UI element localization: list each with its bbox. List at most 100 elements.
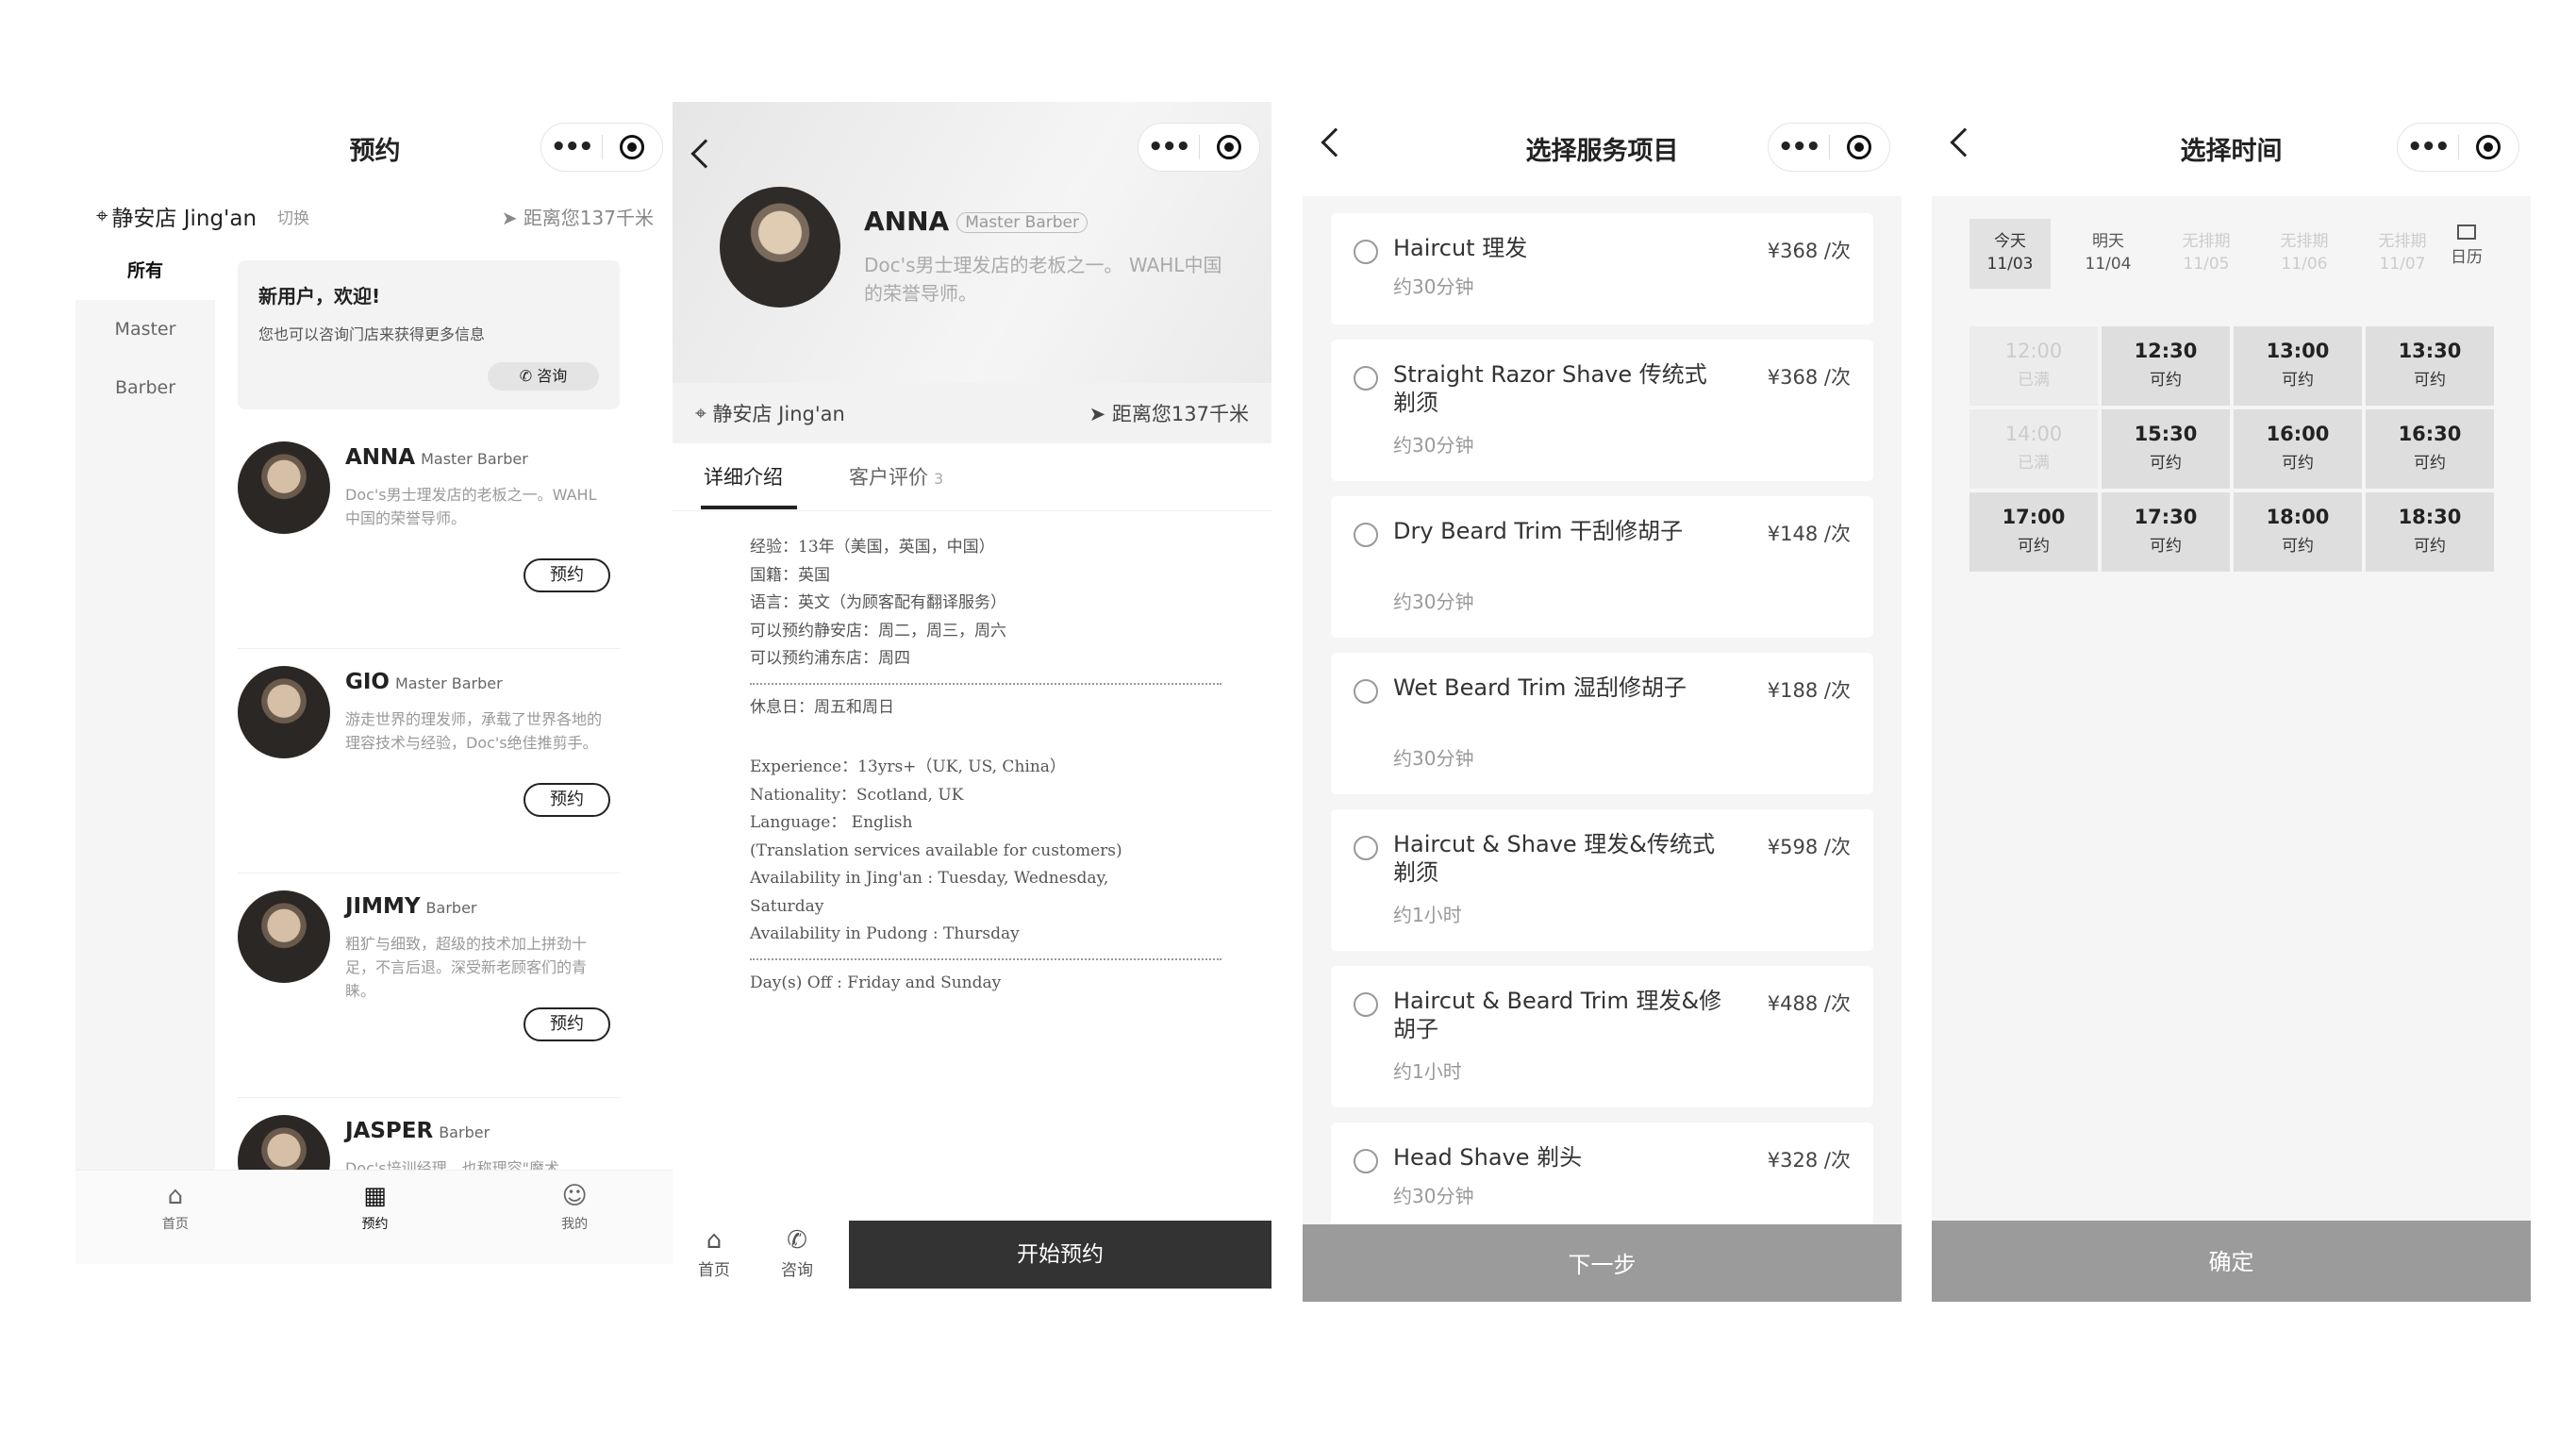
consult-button[interactable]: ✆ 咨询: [756, 1221, 839, 1289]
barber-name: JASPER: [345, 1119, 434, 1143]
screen-select-time: 选择时间 ••• 今天 11/03 明天 11/04 无排期 11/05 无排期 11/…: [1932, 102, 2531, 1302]
service-price: ¥488 /次: [1767, 992, 1851, 1015]
barber-name: ANNA: [864, 206, 950, 237]
service-name: Wet Beard Trim 湿刮修胡子: [1393, 674, 1687, 701]
radio-button[interactable]: [1354, 679, 1378, 704]
tab-home[interactable]: ⌂ 首页: [75, 1171, 275, 1264]
time-slot[interactable]: 15:30 可约: [2102, 409, 2230, 489]
consult-button[interactable]: ✆ 咨询: [488, 362, 599, 391]
barber-level: Master Barber: [395, 674, 503, 692]
mini-program-capsule: •••: [1768, 123, 1890, 172]
detail-tabs: 详细介绍 客户评价 3: [673, 443, 1271, 511]
service-item[interactable]: Haircut 理发 约30分钟 ¥368 /次: [1331, 213, 1873, 324]
day-option[interactable]: 无排期 11/05: [2166, 219, 2247, 289]
close-target-icon[interactable]: [2459, 135, 2519, 159]
service-price: ¥328 /次: [1767, 1149, 1851, 1172]
detail-footer: ⌂ 首页 ✆ 咨询 开始预约: [673, 1221, 1271, 1289]
service-item[interactable]: Straight Razor Shave 传统式剃须 约30分钟 ¥368 /次: [1331, 340, 1873, 481]
confirm-button[interactable]: 确定: [1932, 1221, 2531, 1302]
time-slot[interactable]: 17:00 可约: [1969, 492, 2098, 572]
tab-booking[interactable]: ▦ 预约: [275, 1171, 475, 1264]
day-option[interactable]: 无排期 11/06: [2264, 219, 2345, 289]
start-booking-button[interactable]: 开始预约: [849, 1221, 1271, 1289]
service-item[interactable]: Dry Beard Trim 干刮修胡子 约30分钟 ¥148 /次: [1331, 496, 1873, 638]
next-step-button[interactable]: 下一步: [1303, 1224, 1902, 1302]
service-price: ¥368 /次: [1767, 366, 1851, 389]
back-icon[interactable]: [690, 139, 721, 169]
close-target-icon[interactable]: [1830, 135, 1890, 159]
radio-button[interactable]: [1354, 1149, 1378, 1173]
user-icon: ☺: [561, 1182, 588, 1210]
screen-barber-detail: ANNA Master Barber Doc's男士理发店的老板之一。 WAHL中…: [673, 102, 1271, 1302]
radio-button[interactable]: [1354, 836, 1378, 860]
detail-line: Availability in Jing'an : Tuesday, Wedne…: [750, 869, 1109, 888]
avatar[interactable]: [238, 666, 330, 758]
detail-line: 休息日：周五和周日: [750, 697, 894, 717]
day-option[interactable]: 今天 11/03: [1969, 219, 2051, 289]
barber-desc: 粗犷与细致，超级的技术加上拼劲十足，不言后退。深受新老顾客们的青睐。: [345, 935, 588, 1000]
welcome-desc: 您也可以咨询门店来获得更多信息: [258, 325, 486, 343]
book-button[interactable]: 预约: [524, 558, 610, 592]
store-name: 静安店 Jing'an: [712, 403, 845, 425]
mini-program-capsule: •••: [540, 123, 663, 172]
book-button[interactable]: 预约: [524, 783, 610, 817]
divider: [750, 682, 1222, 685]
time-slot[interactable]: 13:30 可约: [2366, 326, 2494, 406]
time-slot[interactable]: 17:30 可约: [2102, 492, 2230, 572]
time-slot: 14:00 已满: [1969, 409, 2098, 489]
close-target-icon[interactable]: [1200, 135, 1260, 159]
barber-level: Master Barber: [421, 450, 528, 468]
more-icon[interactable]: •••: [541, 123, 602, 172]
barber-name: JIMMY: [345, 894, 421, 919]
sidebar-item-master[interactable]: Master: [75, 300, 215, 358]
barber-card: ANNA Master Barber Doc's男士理发店的老板之一。WAHL中国…: [238, 424, 620, 649]
barber-level: Barber: [425, 899, 477, 917]
more-icon[interactable]: •••: [1138, 123, 1199, 172]
home-button[interactable]: ⌂ 首页: [673, 1221, 756, 1289]
welcome-card: 新用户，欢迎! 您也可以咨询门店来获得更多信息 ✆ 咨询: [238, 260, 620, 409]
time-slot[interactable]: 13:00 可约: [2234, 326, 2362, 406]
store-icon: ⌂: [167, 1182, 184, 1210]
detail-line: 语言：英文（为顾客配有翻译服务）: [750, 593, 1006, 612]
day-selector: 今天 11/03 明天 11/04 无排期 11/05 无排期 11/06 无排期 11/…: [1969, 219, 2460, 289]
switch-store-button[interactable]: 切换: [277, 205, 309, 228]
radio-button[interactable]: [1354, 992, 1378, 1017]
avatar[interactable]: [238, 441, 330, 534]
time-slot[interactable]: 18:30 可约: [2366, 492, 2494, 572]
day-option[interactable]: 明天 11/04: [2068, 219, 2149, 289]
time-slot[interactable]: 18:00 可约: [2234, 492, 2362, 572]
tab-reviews[interactable]: 客户评价 3: [849, 462, 943, 491]
detail-line: 可以预约静安店：周二，周三，周六: [750, 621, 1006, 640]
more-icon[interactable]: •••: [2398, 123, 2458, 172]
detail-line: Experience：13yrs+（UK, US, China）: [750, 757, 1066, 776]
detail-line: Nationality：Scotland, UK: [750, 785, 964, 805]
service-price: ¥368 /次: [1767, 240, 1851, 262]
time-slot[interactable]: 16:00 可约: [2234, 409, 2362, 489]
more-icon[interactable]: •••: [1769, 123, 1829, 172]
service-item[interactable]: Haircut & Beard Trim 理发&修胡子 约1小时 ¥488 /次: [1331, 966, 1873, 1107]
tab-mine[interactable]: ☺ 我的: [474, 1171, 674, 1264]
service-item[interactable]: Haircut & Shave 理发&传统式剃须 约1小时 ¥598 /次: [1331, 809, 1873, 951]
book-button[interactable]: 预约: [524, 1007, 610, 1041]
welcome-title: 新用户，欢迎!: [258, 285, 381, 308]
avatar[interactable]: [238, 890, 330, 983]
service-item[interactable]: Wet Beard Trim 湿刮修胡子 约30分钟 ¥188 /次: [1331, 653, 1873, 794]
screen-booking: 预约 ••• ⌖ 静安店 Jing'an 切换 ➤ 距离您137千米 所有 Ma…: [75, 102, 674, 1302]
avatar: [720, 187, 840, 308]
tab-detail[interactable]: 详细介绍: [704, 462, 783, 491]
calendar-button[interactable]: 日历: [2451, 225, 2483, 267]
service-duration: 约30分钟: [1393, 1185, 1474, 1207]
sidebar-item-barber[interactable]: Barber: [75, 358, 215, 417]
time-slot[interactable]: 12:30 可约: [2102, 326, 2230, 406]
bottom-tabbar: ⌂ 首页 ▦ 预约 ☺ 我的: [75, 1170, 674, 1264]
detail-line: 经验：13年（美国，英国，中国）: [750, 538, 995, 557]
time-slot[interactable]: 16:30 可约: [2366, 409, 2494, 489]
day-option[interactable]: 无排期 11/07: [2362, 219, 2443, 289]
service-price: ¥188 /次: [1767, 679, 1851, 702]
close-target-icon[interactable]: [603, 135, 663, 159]
sidebar-item-all[interactable]: 所有: [75, 241, 215, 300]
radio-button[interactable]: [1354, 240, 1378, 264]
radio-button[interactable]: [1354, 366, 1378, 391]
radio-button[interactable]: [1354, 523, 1378, 547]
service-item[interactable]: Head Shave 剃头 约30分钟 ¥328 /次: [1331, 1123, 1873, 1234]
